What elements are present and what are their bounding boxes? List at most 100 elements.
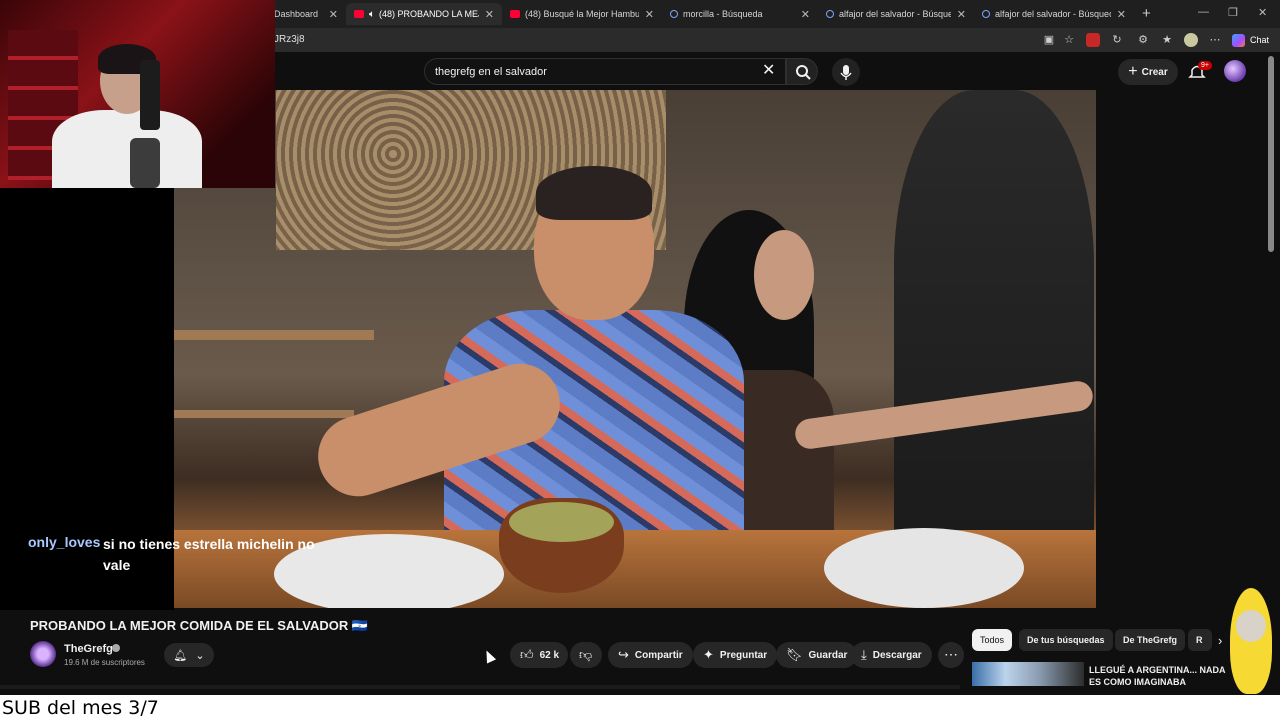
profile-icon[interactable]	[1184, 33, 1198, 47]
channel-name[interactable]: TheGrefg	[64, 643, 113, 655]
microphone	[140, 60, 160, 130]
chip-searches[interactable]: De tus búsquedas	[1019, 629, 1113, 651]
mic-icon	[840, 65, 852, 80]
video-title: PROBANDO LA MEJOR COMIDA DE EL SALVADOR …	[30, 618, 369, 633]
download-label: Descargar	[872, 649, 922, 661]
chip-all[interactable]: Todos	[972, 629, 1013, 651]
subscriber-count: 19.6 M de suscriptores	[64, 658, 145, 667]
account-avatar[interactable]	[1224, 60, 1246, 82]
search-favicon-icon	[826, 10, 834, 18]
tab-morcilla[interactable]: morcilla - Búsqueda ✕	[662, 3, 818, 25]
search-input[interactable]: thegrefg en el salvador	[424, 58, 786, 85]
youtube-favicon-icon	[510, 10, 520, 18]
streamer-figure	[40, 40, 202, 188]
restore-icon[interactable]: ❐	[1228, 6, 1238, 19]
dislike-button[interactable]: 👎︎	[570, 642, 602, 668]
close-icon[interactable]: ✕	[485, 8, 494, 21]
create-label: Crear	[1141, 66, 1168, 78]
voice-search-button[interactable]	[832, 58, 860, 86]
save-button[interactable]: 🔖︎ Guardar	[776, 642, 858, 668]
sparkle-icon: ✦	[703, 647, 714, 662]
tab-label: morcilla - Búsqueda	[683, 9, 763, 19]
search-favicon-icon	[982, 10, 990, 18]
star-icon[interactable]: ☆	[1062, 33, 1076, 47]
plus-icon: +	[1128, 63, 1138, 80]
download-icon: ⤓	[861, 647, 867, 662]
man-hair	[536, 166, 652, 220]
chip-more[interactable]: R	[1188, 629, 1212, 651]
close-icon[interactable]: ✕	[329, 8, 338, 21]
man-figure	[274, 166, 744, 550]
save-label: Guardar	[808, 649, 848, 661]
copilot-chat-button[interactable]: Chat	[1232, 32, 1269, 48]
like-button[interactable]: 👍︎ 62 k	[510, 642, 568, 668]
tab-probando[interactable]: 🔈︎ (48) PROBANDO LA MEJOR C ✕	[346, 3, 502, 25]
notification-badge: 9+	[1198, 61, 1212, 70]
close-icon[interactable]: ✕	[1117, 8, 1126, 21]
create-button[interactable]: + Crear	[1118, 59, 1178, 85]
banana-cat-sticker	[1226, 584, 1276, 700]
refresh-icon[interactable]: ↻	[1110, 33, 1124, 47]
audio-icon[interactable]: 🔈︎	[369, 9, 375, 20]
waiter-figure	[894, 90, 1094, 530]
download-button[interactable]: ⤓ Descargar	[851, 642, 932, 668]
thumbs-up-icon: 👍︎	[520, 647, 534, 662]
share-button[interactable]: ↪ Compartir	[608, 642, 693, 668]
footer-bar	[0, 695, 1280, 720]
screen: Dashboard ✕ 🔈︎ (48) PROBANDO LA MEJOR C …	[0, 0, 1280, 720]
video-player[interactable]	[174, 90, 1096, 608]
bowl-food	[509, 502, 614, 542]
clear-search-icon[interactable]: ✕	[762, 60, 775, 80]
tab-label: alfajor del salvador - Búsqueda lin	[995, 9, 1111, 19]
sub-goal-text: SUB del mes 3/7	[2, 697, 159, 719]
close-icon[interactable]: ✕	[957, 8, 966, 21]
bell-icon: 🔔︎	[173, 649, 188, 662]
thumbs-down-icon: 👎︎	[579, 647, 593, 662]
subscription-bell-button[interactable]: 🔔︎ ⌄	[164, 643, 214, 667]
more-icon[interactable]: ⋯	[1208, 33, 1222, 47]
extension-icon[interactable]	[1086, 33, 1100, 47]
like-count: 62 k	[539, 649, 560, 661]
tab-label: Dashboard	[274, 9, 319, 19]
tab-label: alfajor del salvador - Búsqueda	[839, 9, 951, 19]
streamer-webcam	[0, 0, 275, 188]
share-label: Compartir	[634, 649, 683, 661]
close-icon[interactable]: ✕	[801, 8, 810, 21]
streamer-shirt	[52, 110, 202, 188]
cat-face	[1236, 610, 1266, 642]
bookmark-icon: 🔖︎	[786, 647, 803, 662]
youtube-favicon-icon	[354, 10, 364, 18]
minimize-icon[interactable]: —	[1198, 6, 1209, 18]
tab-alfajor-1[interactable]: alfajor del salvador - Búsqueda ✕	[818, 3, 974, 25]
woman-face	[754, 230, 814, 320]
bottle	[130, 138, 160, 188]
tab-hamburguesa[interactable]: (48) Busqué la Mejor Hamburgue ✕	[502, 3, 662, 25]
ask-button[interactable]: ✦ Preguntar	[693, 642, 778, 668]
plate	[824, 528, 1024, 608]
search-favicon-icon	[670, 10, 678, 18]
url-text[interactable]: JRz3j8	[274, 34, 305, 45]
channel-avatar[interactable]	[30, 641, 56, 667]
search-query: thegrefg en el salvador	[435, 66, 547, 78]
chat-label: Chat	[1250, 35, 1270, 45]
mouse-cursor-icon	[481, 648, 497, 664]
page-scrollbar[interactable]	[1268, 56, 1274, 252]
more-actions-button[interactable]: ⋯	[938, 642, 964, 668]
related-video-thumbnail[interactable]	[972, 662, 1084, 686]
favorites-icon[interactable]: ★	[1160, 33, 1174, 47]
copilot-icon	[1232, 33, 1245, 47]
extensions-icon[interactable]: ⚙	[1136, 33, 1150, 47]
tab-dashboard[interactable]: Dashboard ✕	[266, 3, 346, 25]
tab-alfajor-2[interactable]: alfajor del salvador - Búsqueda lin ✕	[974, 3, 1134, 25]
ask-label: Preguntar	[719, 649, 768, 661]
new-tab-button[interactable]: +	[1142, 5, 1151, 22]
related-video-title[interactable]: LLEGUÉ A ARGENTINA... NADA ES COMO IMAGI…	[1089, 664, 1229, 688]
chevron-right-icon[interactable]: ›	[1218, 633, 1222, 648]
search-button[interactable]	[786, 58, 818, 85]
reader-icon[interactable]: ▣	[1042, 33, 1056, 47]
close-icon[interactable]: ✕	[645, 8, 654, 21]
divider	[0, 685, 960, 689]
chip-channel[interactable]: De TheGrefg	[1115, 629, 1186, 651]
search-icon	[796, 65, 811, 80]
close-window-icon[interactable]: ✕	[1258, 6, 1267, 19]
